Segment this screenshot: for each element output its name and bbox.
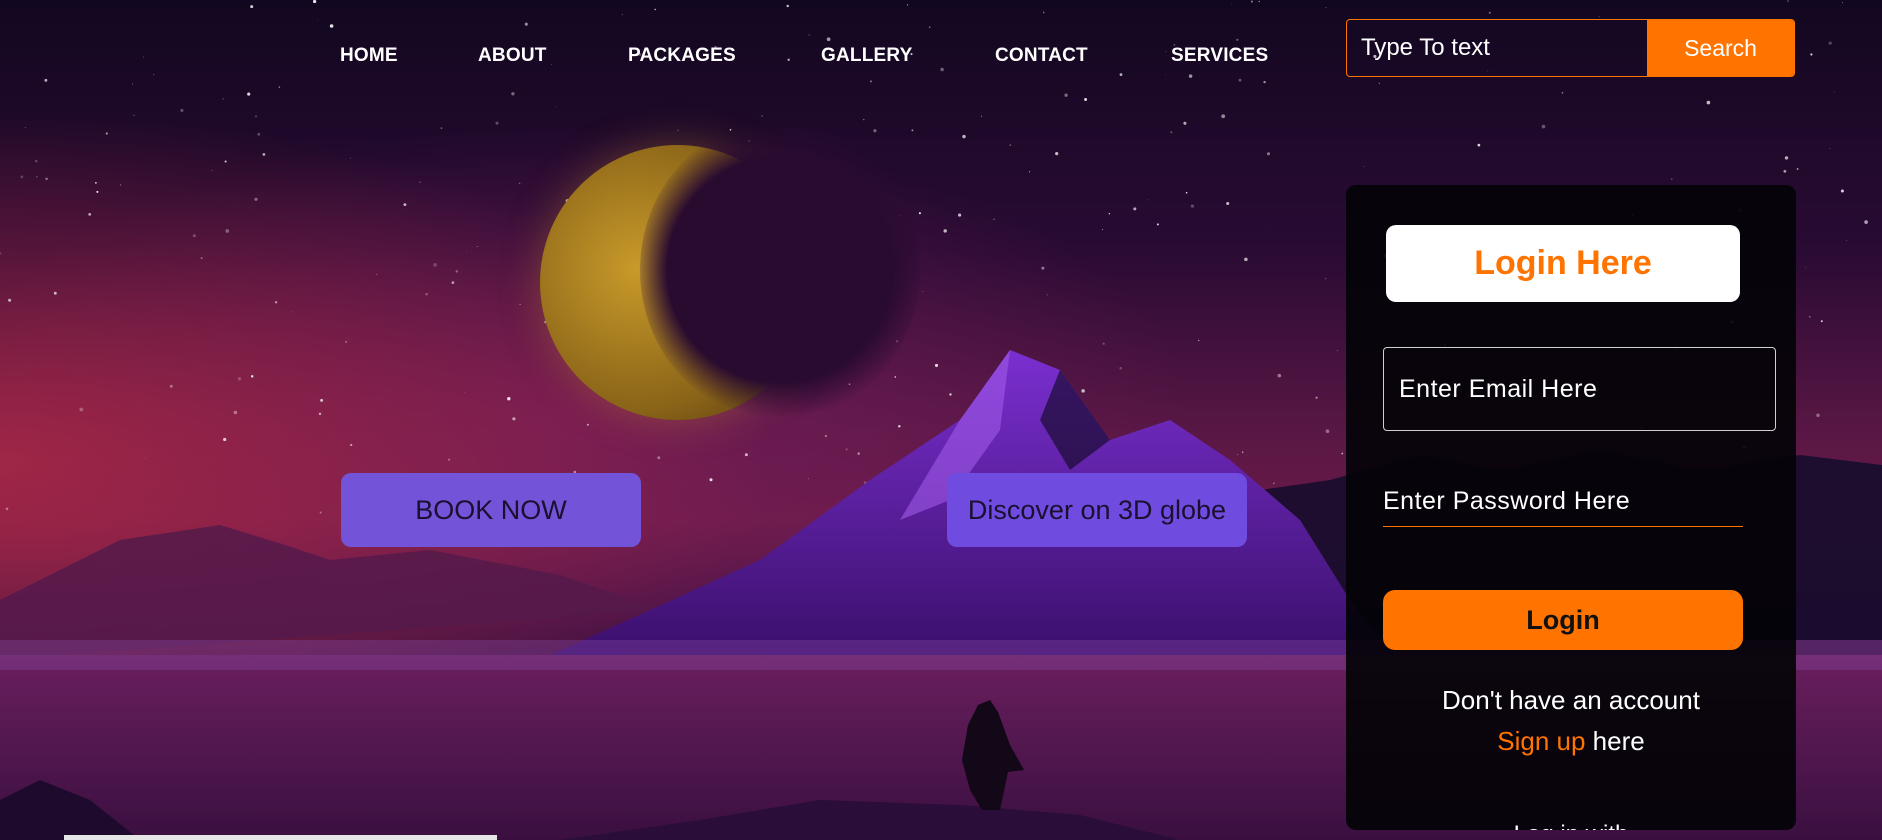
- nav-about-link[interactable]: ABOUT: [478, 45, 547, 67]
- login-button[interactable]: Login: [1383, 590, 1743, 650]
- nav-gallery-link[interactable]: GALLERY: [821, 45, 912, 67]
- search-button[interactable]: Search: [1647, 20, 1794, 76]
- nav-packages-link[interactable]: PACKAGES: [628, 45, 736, 67]
- nav-services-link[interactable]: SERVICES: [1171, 45, 1268, 67]
- discover-globe-button[interactable]: Discover on 3D globe: [947, 473, 1247, 547]
- signup-line: Sign up here: [1346, 726, 1796, 757]
- login-title: Login Here: [1386, 225, 1740, 302]
- email-field[interactable]: [1383, 347, 1776, 431]
- password-field[interactable]: [1383, 477, 1743, 527]
- book-now-button[interactable]: BOOK NOW: [341, 473, 641, 547]
- nav-contact-link[interactable]: CONTACT: [995, 45, 1088, 67]
- no-account-text: Don't have an account: [1442, 685, 1700, 715]
- login-panel: Login Here Login Don't have an account S…: [1346, 185, 1796, 830]
- login-with-text: Log in with: [1346, 820, 1796, 830]
- search-input[interactable]: [1347, 20, 1647, 76]
- horizontal-scrollbar[interactable]: [64, 835, 497, 840]
- signup-link[interactable]: Sign up: [1497, 726, 1585, 756]
- signup-suffix: here: [1585, 726, 1645, 756]
- search-bar: Search: [1346, 19, 1795, 77]
- nav-home-link[interactable]: HOME: [340, 45, 398, 67]
